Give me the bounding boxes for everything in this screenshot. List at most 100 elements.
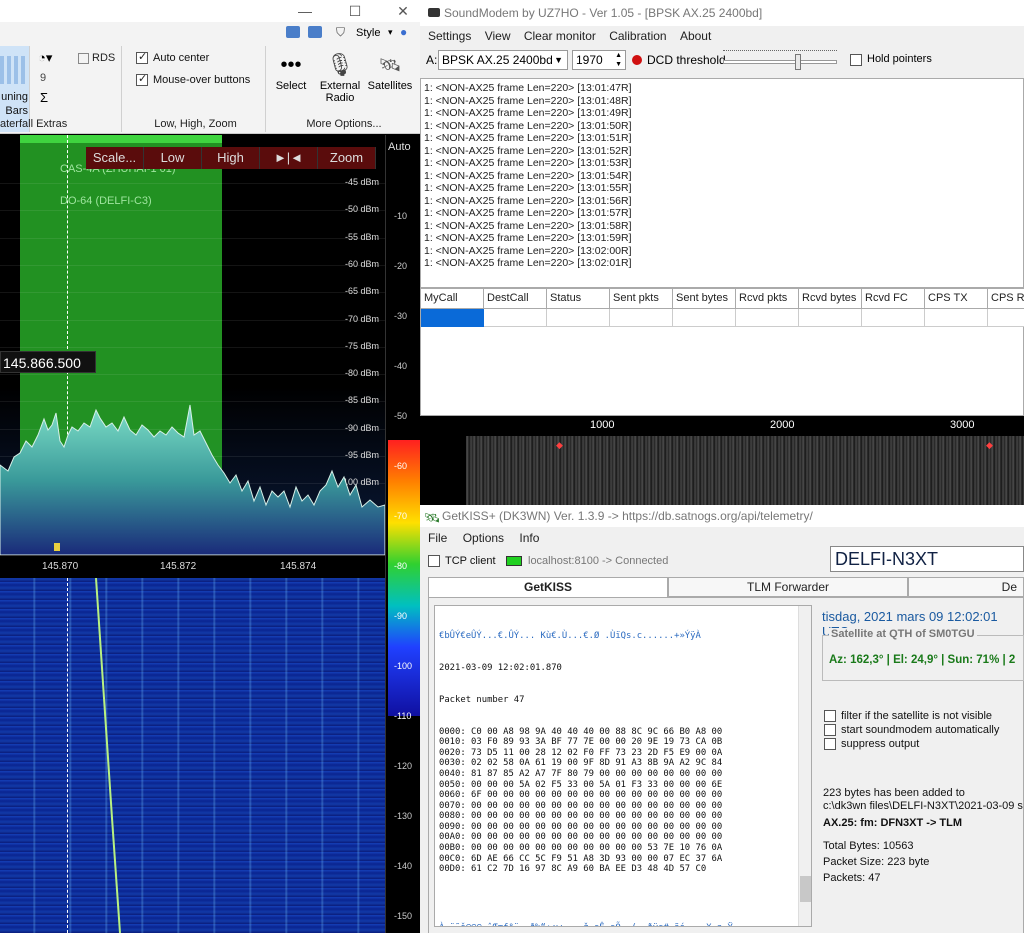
external-radio-button[interactable]: 🎙 External Radio [318,50,362,104]
option-filter-visible[interactable]: filter if the satellite is not visible [824,710,999,723]
hold-pointers-label: Hold pointers [867,53,932,65]
tuning-pointer-icon[interactable]: ◆ [986,440,993,451]
rds-button[interactable]: RDS [78,52,115,64]
tab-tlm-forwarder[interactable]: TLM Forwarder [668,577,908,597]
waterfall-dark-edge [420,436,466,505]
connections-table[interactable]: MyCall DestCall Status Sent pkts Sent bytes R… [420,288,1024,416]
external-radio-label: External Radio [319,80,361,104]
menu-file[interactable]: File [428,527,447,549]
tab-more[interactable]: De [908,577,1024,597]
menu-clear-monitor[interactable]: Clear monitor [524,26,596,46]
hold-pointers-checkbox[interactable] [850,54,862,66]
column-header[interactable]: CPS RX [988,289,1024,309]
satellites-button[interactable]: 🛰 Satellites [364,50,416,92]
hex-scrollbar[interactable] [798,606,811,926]
getkiss-window: 🛰 GetKISS+ (DK3WN) Ver. 1.3.9 -> https:/… [420,505,1024,933]
menu-view[interactable]: View [485,26,511,46]
table-row-selected[interactable] [421,309,484,327]
soundmodem-title: SoundModem by UZ7HO - Ver 1.05 - [BPSK A… [444,6,763,20]
scale-tick: -70 [394,511,408,521]
clock-icon[interactable]: ◔▾ [38,50,52,66]
help-icon[interactable]: ● [400,25,407,39]
mode-select[interactable]: BPSK AX.25 2400bd ▼ [438,50,568,70]
scrollbar-thumb[interactable] [800,876,811,902]
option-start-soundmodem[interactable]: start soundmodem automatically [824,724,999,737]
column-header[interactable]: Rcvd pkts [736,289,799,309]
auto-button[interactable]: Auto [388,141,411,153]
frequency-stepper[interactable]: 1970 ▲ ▼ [572,50,626,70]
tuning-marker[interactable] [54,543,60,551]
auto-center-checkbox[interactable]: Auto center [136,50,209,65]
scale-tick: -90 [394,611,408,621]
option-filter-label: filter if the satellite is not visible [841,710,993,722]
dcd-indicator-icon [632,55,642,65]
table-row[interactable] [484,309,1024,327]
window-layout-icon[interactable] [286,26,300,38]
more-options-label: More Options... [306,118,382,130]
scale-tick: -150 [394,911,413,921]
column-header[interactable]: Rcvd FC [862,289,925,309]
hex-line: 0090: 00 00 00 00 00 00 00 00 00 00 00 0… [439,821,723,832]
hex-dump[interactable]: €bÛÝ€eÛÝ...€.ÛÝ... Kù€.Ù...€.Ø .ÙïQs.c..… [434,605,812,927]
slider-track [723,60,837,64]
window-layout-icon[interactable] [308,26,322,38]
log-line: 1: <NON-AX25 frame Len=220> [13:02:01R] [424,257,632,269]
hex-line: 0060: 6F 00 00 00 00 00 00 00 00 00 00 0… [439,790,723,801]
menu-calibration[interactable]: Calibration [609,26,666,46]
grid-9-icon[interactable]: 9 [40,72,46,84]
menu-settings[interactable]: Settings [428,26,471,46]
monitor-log[interactable]: 1: <NON-AX25 frame Len=220> [13:01:47R] 1… [420,78,1024,288]
soundmodem-waterfall[interactable]: 1000 2000 3000 ◆ ◆ [420,416,1024,505]
column-header[interactable]: Sent bytes [673,289,736,309]
added-line-1: 223 bytes has been added to [823,787,965,799]
getkiss-title-bar: 🛰 GetKISS+ (DK3WN) Ver. 1.3.9 -> https:/… [420,505,1024,527]
column-header[interactable]: CPS TX [925,289,988,309]
log-line: 1: <NON-AX25 frame Len=220> [13:01:55R] [424,182,632,194]
dcd-threshold-slider[interactable] [723,50,837,72]
sdr-title-bar: — ☐ ✕ [0,0,420,22]
hex-line: 0050: 00 00 00 5A 02 F5 33 00 5A 01 F3 3… [439,779,723,790]
select-button[interactable]: ••• Select [274,50,308,92]
minimize-button[interactable]: — [290,2,320,20]
scale-tick: -80 [394,561,408,571]
log-line: 1: <NON-AX25 frame Len=220> [13:01:51R] [424,132,632,144]
sigma-icon[interactable]: Σ [40,90,48,105]
chevron-down-icon: ▼ [554,55,563,65]
tab-getkiss[interactable]: GetKISS [428,577,668,597]
satellites-label: Satellites [367,80,413,92]
satellite-name-field[interactable]: DELFI-N3XT [830,546,1024,572]
scale-tick: -10 [394,211,408,221]
maximize-button[interactable]: ☐ [340,2,370,20]
log-line: 1: <NON-AX25 frame Len=220> [13:01:54R] [424,169,632,182]
waterfall-display[interactable] [0,578,385,933]
column-header[interactable]: Sent pkts [610,289,673,309]
chevron-down-icon[interactable]: ▾ [388,27,393,38]
column-header[interactable]: DestCall [484,289,547,309]
tuning-bars-label: uning Bars [1,91,28,117]
column-header[interactable]: Status [547,289,610,309]
wf-tick: 1000 [590,419,615,431]
slider-thumb[interactable] [795,54,801,70]
menu-info[interactable]: Info [519,527,539,549]
option-suppress-output[interactable]: suppress output [824,738,999,751]
rds-label: RDS [92,52,116,64]
style-menu[interactable]: Style [356,27,380,39]
freq-tick: 145.872 [160,561,197,572]
scale-tick: -60 [394,461,408,471]
spectrum-display[interactable]: CAS-4A (ZHUHAI-1 01) DO-64 (DELFI-C3) Sc… [0,135,385,555]
menu-options[interactable]: Options [463,527,504,549]
menu-about[interactable]: About [680,26,711,46]
column-header[interactable]: MyCall [421,289,484,309]
log-line: 1: <NON-AX25 frame Len=220> [13:01:48R] [424,94,632,107]
ribbon-quick-toolbar: ⛉ Style ▾ ● [284,24,420,44]
tcp-client-checkbox[interactable] [428,555,440,567]
hex-lines: 0000: C0 00 A8 98 9A 40 40 40 00 88 8C 9… [439,727,811,875]
column-header[interactable]: Rcvd bytes [799,289,862,309]
mouse-over-checkbox[interactable]: Mouse-over buttons [136,72,250,87]
low-high-zoom-group: Auto center Mouse-over buttons Low, High… [126,46,266,132]
tuning-pointer-icon[interactable]: ◆ [556,440,563,451]
color-gradient[interactable] [388,440,420,716]
log-line: 1: <NON-AX25 frame Len=220> [13:01:49R] [424,107,632,119]
close-button[interactable]: ✕ [388,2,418,20]
audio-frequency-axis: 1000 2000 3000 [420,416,1024,436]
